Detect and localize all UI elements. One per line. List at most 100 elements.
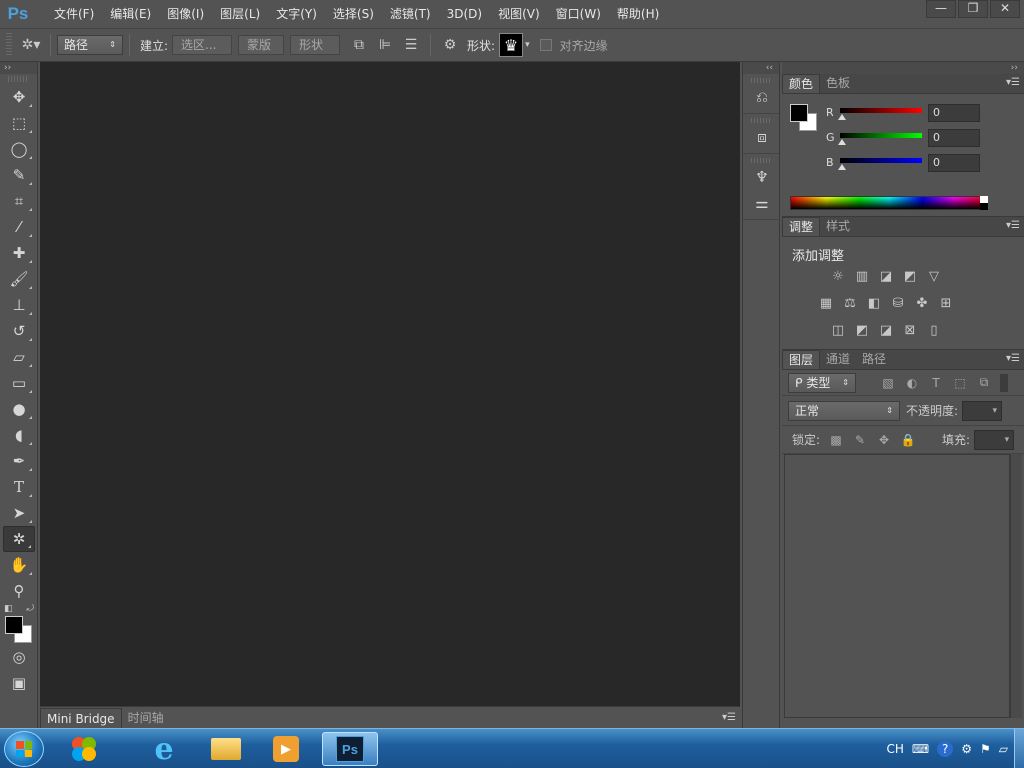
marquee-tool-icon[interactable]: ⬚ xyxy=(3,110,35,136)
path-select-tool-icon[interactable]: ➤ xyxy=(3,500,35,526)
dodge-tool-icon[interactable]: ◖ xyxy=(3,422,35,448)
menu-layer[interactable]: 图层(L) xyxy=(212,3,268,25)
curves-icon[interactable]: ◪ xyxy=(877,267,895,285)
menu-help[interactable]: 帮助(H) xyxy=(609,3,667,25)
dock-grip[interactable] xyxy=(751,118,771,123)
history-panel-icon[interactable]: ⎌ xyxy=(747,85,777,109)
crop-tool-icon[interactable]: ⌗ xyxy=(3,188,35,214)
minimize-button[interactable]: — xyxy=(926,0,956,18)
make-shape-button[interactable]: 形状 xyxy=(290,35,341,55)
panels-collapse-icon[interactable]: ›› xyxy=(782,62,1024,74)
menu-view[interactable]: 视图(V) xyxy=(490,3,548,25)
panel-menu-icon[interactable]: ▾☰ xyxy=(722,708,736,728)
photo-filter-icon[interactable]: ⛁ xyxy=(889,294,907,312)
fill-input[interactable]: ▾ xyxy=(974,429,1015,450)
move-tool-icon[interactable]: ✥ xyxy=(3,84,35,110)
file-explorer-icon[interactable] xyxy=(200,732,252,766)
color-lookup-icon[interactable]: ⊞ xyxy=(937,294,955,312)
green-slider-thumb[interactable] xyxy=(838,139,846,145)
lasso-tool-icon[interactable]: ◯ xyxy=(3,136,35,162)
black-white-icon[interactable]: ◧ xyxy=(865,294,883,312)
dock-grip[interactable] xyxy=(751,158,771,163)
channel-mixer-icon[interactable]: ✤ xyxy=(913,294,931,312)
green-value-input[interactable]: 0 xyxy=(928,129,980,147)
quick-select-tool-icon[interactable]: ✎ xyxy=(3,162,35,188)
blue-slider-thumb[interactable] xyxy=(838,164,846,170)
gradient-map-icon[interactable]: ⊠ xyxy=(901,321,919,339)
smart-object-filter-icon[interactable]: ⧉ xyxy=(975,374,993,392)
toolbar-grip[interactable] xyxy=(8,76,29,82)
language-indicator[interactable]: CH xyxy=(887,742,904,756)
foreground-color-swatch[interactable] xyxy=(5,616,23,634)
make-selection-button[interactable]: 选区... xyxy=(172,35,233,55)
color-balance-icon[interactable]: ⚖ xyxy=(841,294,859,312)
lock-position-icon[interactable]: ✥ xyxy=(875,431,893,449)
gradient-tool-icon[interactable]: ▭ xyxy=(3,370,35,396)
gear-icon[interactable]: ⚙ xyxy=(437,34,463,56)
windows-live-icon[interactable] xyxy=(58,732,110,766)
path-operations-icon[interactable]: ⧉ xyxy=(346,34,372,56)
custom-shape-tool-icon[interactable]: ✲ xyxy=(3,526,35,552)
media-player-icon[interactable]: ▶ xyxy=(260,732,312,766)
toolbar-collapse-icon[interactable]: ›› xyxy=(0,62,37,74)
menu-type[interactable]: 文字(Y) xyxy=(268,3,325,25)
tool-mode-select[interactable]: 路径 ⇕ xyxy=(57,35,123,55)
tab-paths[interactable]: 路径 xyxy=(856,350,892,369)
layer-filter-select[interactable]: ᑭ 类型 ⇕ xyxy=(788,372,856,393)
layer-list[interactable] xyxy=(784,454,1010,718)
blue-value-input[interactable]: 0 xyxy=(928,154,980,172)
blue-slider[interactable] xyxy=(840,158,922,163)
menu-3d[interactable]: 3D(D) xyxy=(439,3,490,25)
type-tool-icon[interactable]: T xyxy=(3,474,35,500)
lock-image-icon[interactable]: ✎ xyxy=(851,431,869,449)
options-grip[interactable] xyxy=(6,33,12,57)
stamp-tool-icon[interactable]: ⊥ xyxy=(3,292,35,318)
panel-menu-icon[interactable]: ▾☰ xyxy=(1006,353,1020,364)
shape-picker-crown-icon[interactable]: ♛ xyxy=(499,33,524,57)
type-layer-filter-icon[interactable]: T xyxy=(927,374,945,392)
hue-saturation-icon[interactable]: ▦ xyxy=(817,294,835,312)
brightness-contrast-icon[interactable]: ☼ xyxy=(829,267,847,285)
custom-shape-tool-preset-icon[interactable]: ✲▾ xyxy=(18,34,44,56)
lock-all-icon[interactable]: 🔒 xyxy=(899,431,917,449)
tab-timeline[interactable]: 时间轴 xyxy=(122,708,170,728)
red-slider-thumb[interactable] xyxy=(838,114,846,120)
menu-edit[interactable]: 编辑(E) xyxy=(102,3,159,25)
path-arrangement-icon[interactable]: ☰ xyxy=(398,34,424,56)
black-white-ramp[interactable] xyxy=(980,196,988,210)
settings-icon[interactable]: ⚙ xyxy=(961,742,972,756)
threshold-icon[interactable]: ◪ xyxy=(877,321,895,339)
eraser-tool-icon[interactable]: ▱ xyxy=(3,344,35,370)
red-slider[interactable] xyxy=(840,108,922,113)
posterize-icon[interactable]: ◩ xyxy=(853,321,871,339)
blend-mode-select[interactable]: 正常 ⇕ xyxy=(788,400,900,421)
red-value-input[interactable]: 0 xyxy=(928,104,980,122)
opacity-input[interactable]: ▾ xyxy=(962,400,1003,421)
menu-window[interactable]: 窗口(W) xyxy=(548,3,609,25)
keyboard-icon[interactable]: ⌨ xyxy=(912,742,929,756)
show-desktop-button[interactable] xyxy=(1014,729,1024,768)
align-edges-checkbox[interactable] xyxy=(539,39,552,51)
tab-mini-bridge[interactable]: Mini Bridge xyxy=(40,708,122,728)
3d-panel-icon[interactable]: ⧈ xyxy=(747,125,777,149)
dock-grip[interactable] xyxy=(751,78,771,83)
shape-picker-arrow-icon[interactable]: ▾ xyxy=(525,40,530,50)
brush-tool-icon[interactable]: 🖌 xyxy=(3,266,35,292)
document-canvas-area[interactable] xyxy=(40,62,740,706)
action-center-icon[interactable]: ▱ xyxy=(999,742,1008,756)
panel-menu-icon[interactable]: ▾☰ xyxy=(1006,77,1020,88)
photoshop-taskbar-button[interactable]: Ps xyxy=(322,732,378,766)
eyedropper-tool-icon[interactable]: ⁄ xyxy=(3,214,35,240)
tab-layers[interactable]: 图层 xyxy=(782,350,821,369)
healing-brush-tool-icon[interactable]: ✚ xyxy=(3,240,35,266)
vibrance-icon[interactable]: ▽ xyxy=(925,267,943,285)
menu-file[interactable]: 文件(F) xyxy=(46,3,102,25)
brush-presets-icon[interactable]: ♆ xyxy=(747,165,777,189)
layer-list-scrollbar[interactable] xyxy=(1010,454,1022,718)
notification-flag-icon[interactable]: ⚑ xyxy=(980,742,991,756)
pen-tool-icon[interactable]: ✒ xyxy=(3,448,35,474)
menu-filter[interactable]: 滤镜(T) xyxy=(382,3,439,25)
lock-transparent-icon[interactable]: ▩ xyxy=(827,431,845,449)
start-button[interactable] xyxy=(4,731,44,767)
menu-image[interactable]: 图像(I) xyxy=(159,3,212,25)
